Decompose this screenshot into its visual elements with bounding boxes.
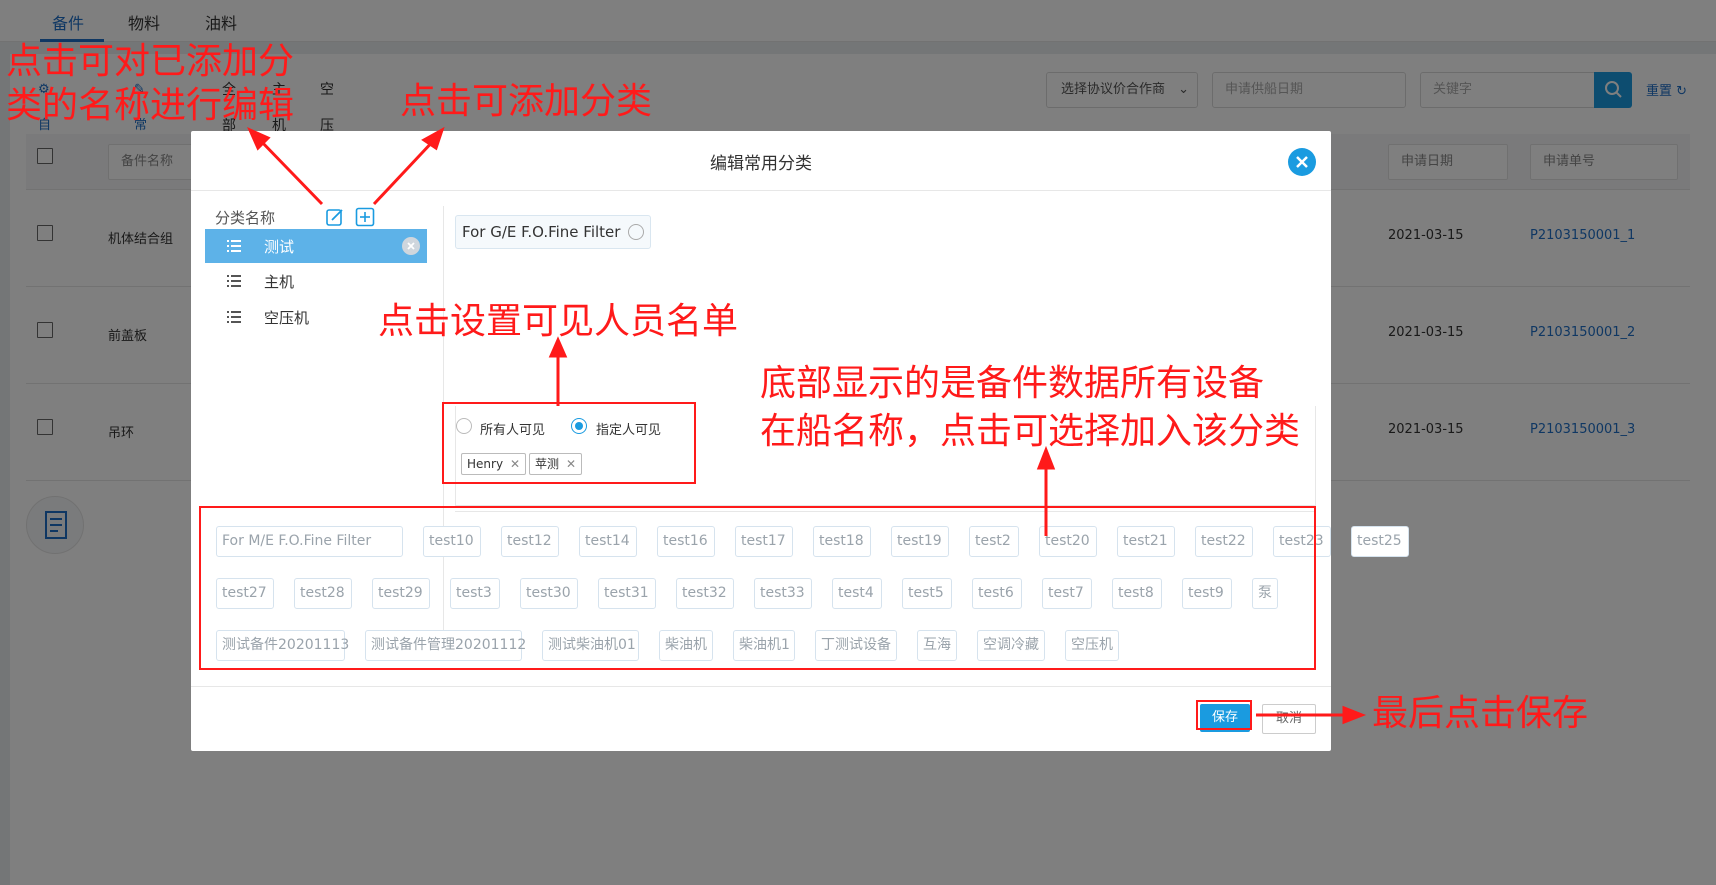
annotation-arrows [247,126,1367,725]
